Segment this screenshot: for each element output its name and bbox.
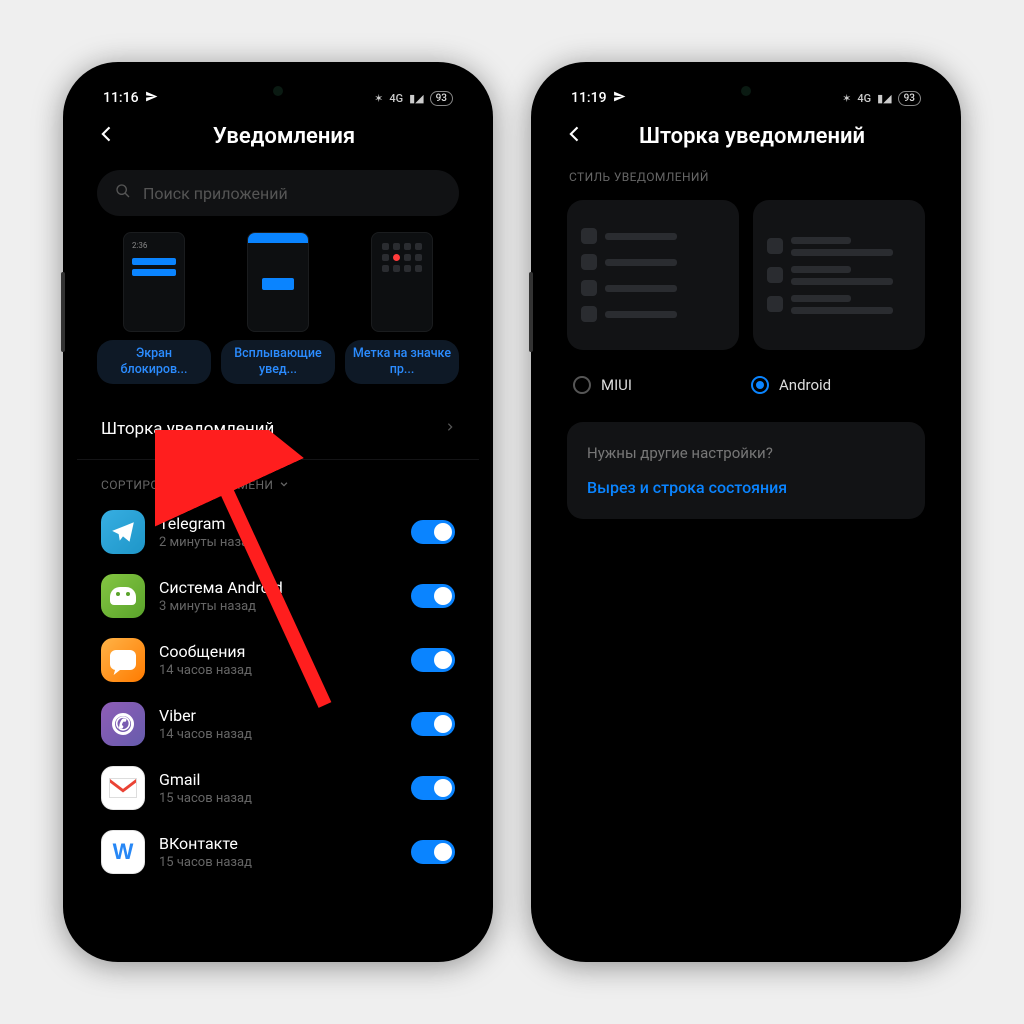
notification-shade-link[interactable]: Шторка уведомлений xyxy=(77,398,479,460)
app-sub: 14 часов назад xyxy=(159,663,397,678)
cutout-statusbar-link[interactable]: Вырез и строка состояния xyxy=(587,478,905,497)
toggle-android-system[interactable] xyxy=(411,584,455,608)
status-time: 11:19 xyxy=(571,90,607,106)
style-preview-row xyxy=(545,200,947,350)
status-time: 11:16 xyxy=(103,90,139,106)
app-sub: 14 часов назад xyxy=(159,727,397,742)
toggle-vk[interactable] xyxy=(411,840,455,864)
front-camera xyxy=(273,86,283,96)
page-header: Уведомления xyxy=(77,112,479,164)
page-title: Шторка уведомлений xyxy=(603,124,901,149)
app-list: Telegram 2 минуты назад Система Android … xyxy=(77,500,479,884)
more-settings-card: Нужны другие настройки? Вырез и строка с… xyxy=(567,422,925,519)
app-row-gmail[interactable]: Gmail 15 часов назад xyxy=(83,756,473,820)
page-header: Шторка уведомлений xyxy=(545,112,947,164)
network-label: 4G xyxy=(857,92,871,105)
app-row-messages[interactable]: Сообщения 14 часов назад xyxy=(83,628,473,692)
toggle-telegram[interactable] xyxy=(411,520,455,544)
back-button[interactable] xyxy=(97,122,123,150)
app-row-viber[interactable]: Viber 14 часов назад xyxy=(83,692,473,756)
style-android-preview[interactable] xyxy=(753,200,925,350)
chevron-down-icon xyxy=(279,478,289,492)
search-placeholder: Поиск приложений xyxy=(143,184,288,203)
battery-indicator: 93 xyxy=(430,91,453,106)
search-icon xyxy=(115,183,131,203)
section-style-header: СТИЛЬ УВЕДОМЛЕНИЙ xyxy=(545,164,947,192)
gmail-icon xyxy=(101,766,145,810)
android-icon xyxy=(101,574,145,618)
radio-off-icon xyxy=(573,376,591,394)
radio-android[interactable]: Android xyxy=(751,376,919,394)
bluetooth-icon: ✶ xyxy=(842,92,851,105)
app-row-android-system[interactable]: Система Android 3 минуты назад xyxy=(83,564,473,628)
app-name: Viber xyxy=(159,706,397,725)
floating-card-label[interactable]: Всплывающие увед... xyxy=(221,340,335,384)
badge-preview[interactable] xyxy=(371,232,433,332)
toggle-viber[interactable] xyxy=(411,712,455,736)
app-sub: 15 часов назад xyxy=(159,855,397,870)
notification-type-cards: 2:36 Экран блокиров... Всплывающие увед.… xyxy=(77,232,479,384)
viber-icon xyxy=(101,702,145,746)
radio-on-icon xyxy=(751,376,769,394)
battery-indicator: 93 xyxy=(898,91,921,106)
toggle-messages[interactable] xyxy=(411,648,455,672)
app-row-telegram[interactable]: Telegram 2 минуты назад xyxy=(83,500,473,564)
app-sub: 2 минуты назад xyxy=(159,535,397,550)
app-name: Сообщения xyxy=(159,642,397,661)
back-button[interactable] xyxy=(565,122,591,150)
send-icon xyxy=(145,90,158,107)
floating-preview[interactable] xyxy=(247,232,309,332)
style-radio-group: MIUI Android xyxy=(545,370,947,414)
app-sub: 15 часов назад xyxy=(159,791,397,806)
vk-icon: W xyxy=(101,830,145,874)
messages-icon xyxy=(101,638,145,682)
app-name: Система Android xyxy=(159,578,397,597)
signal-icon: ▮◢ xyxy=(877,92,892,105)
shade-row-label: Шторка уведомлений xyxy=(101,419,274,439)
signal-icon: ▮◢ xyxy=(409,92,424,105)
side-scroll-indicator xyxy=(529,272,533,352)
style-miui-preview[interactable] xyxy=(567,200,739,350)
app-row-vk[interactable]: W ВКонтакте 15 часов назад xyxy=(83,820,473,884)
app-name: ВКонтакте xyxy=(159,834,397,853)
radio-miui[interactable]: MIUI xyxy=(573,376,741,394)
search-input[interactable]: Поиск приложений xyxy=(97,170,459,216)
chevron-right-icon xyxy=(445,418,455,439)
telegram-icon xyxy=(101,510,145,554)
side-scroll-indicator xyxy=(61,272,65,352)
network-label: 4G xyxy=(389,92,403,105)
sort-header[interactable]: СОРТИРОВАТЬ ПО ВРЕМЕНИ xyxy=(77,460,479,500)
more-settings-question: Нужны другие настройки? xyxy=(587,444,905,462)
toggle-gmail[interactable] xyxy=(411,776,455,800)
lockscreen-preview[interactable]: 2:36 xyxy=(123,232,185,332)
lockscreen-card-label[interactable]: Экран блокиров... xyxy=(97,340,211,384)
app-name: Gmail xyxy=(159,770,397,789)
send-icon xyxy=(613,90,626,107)
phone-left: 11:16 ✶ 4G ▮◢ 93 Уведомления xyxy=(63,62,493,962)
front-camera xyxy=(741,86,751,96)
app-sub: 3 минуты назад xyxy=(159,599,397,614)
phone-right: 11:19 ✶ 4G ▮◢ 93 Шторка уведомлений СТИЛ… xyxy=(531,62,961,962)
bluetooth-icon: ✶ xyxy=(374,92,383,105)
app-name: Telegram xyxy=(159,514,397,533)
badge-card-label[interactable]: Метка на значке пр... xyxy=(345,340,459,384)
page-title: Уведомления xyxy=(135,124,433,149)
